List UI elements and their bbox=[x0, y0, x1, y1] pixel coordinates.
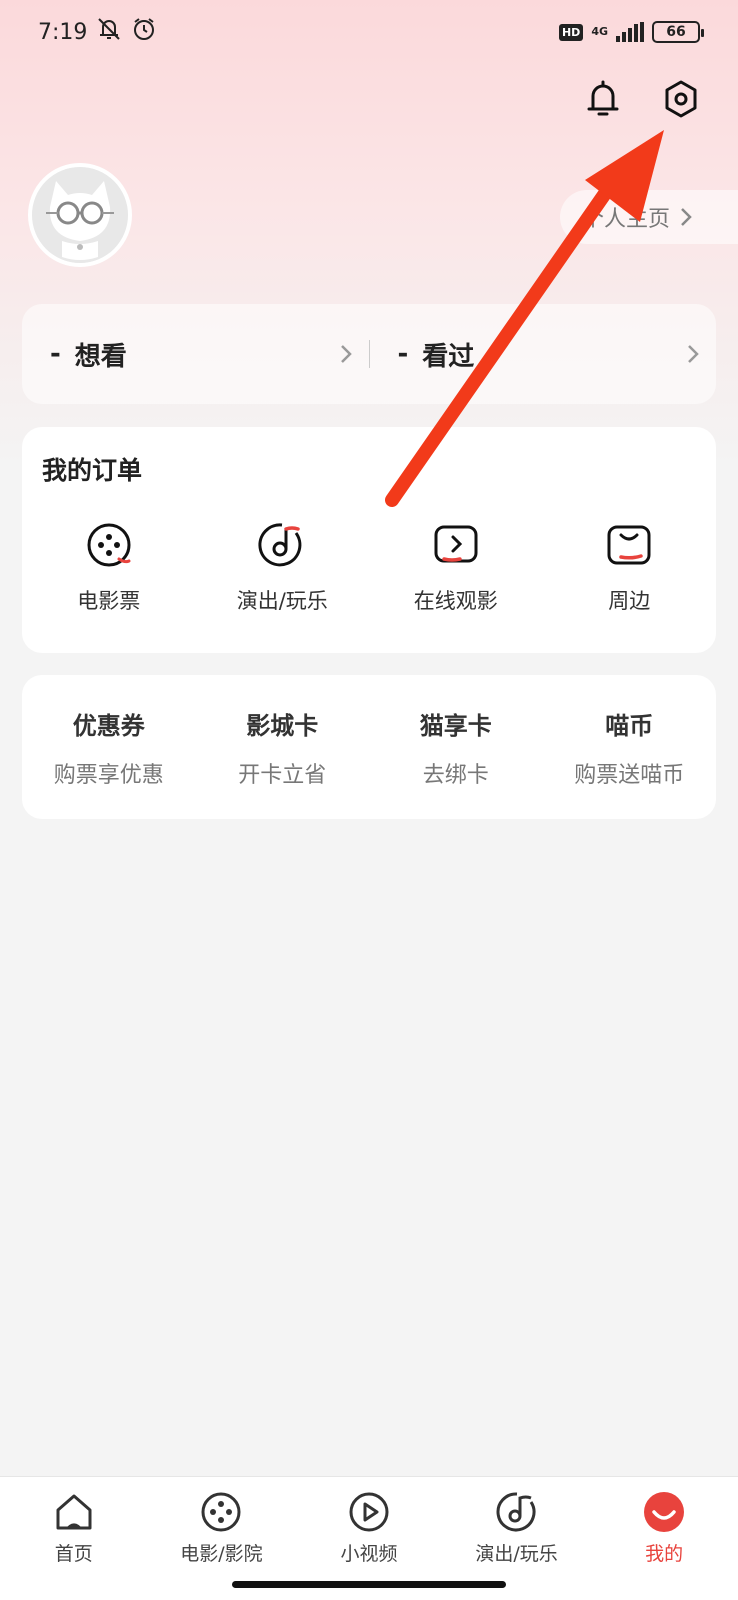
profile-home-link[interactable]: 个人主页 bbox=[560, 190, 738, 244]
benefit-title: 优惠券 bbox=[72, 711, 145, 740]
benefits-card: 优惠券 购票享优惠 影城卡 开卡立省 猫享卡 去绑卡 喵币 购票送喵币 bbox=[22, 675, 716, 819]
watched-label: 看过 bbox=[422, 341, 475, 372]
benefit-title: 喵币 bbox=[605, 711, 654, 740]
profile-home-label: 个人主页 bbox=[582, 207, 671, 232]
benefit-title: 影城卡 bbox=[246, 711, 319, 740]
tab-label: 我的 bbox=[645, 1543, 684, 1565]
hd-badge: HD bbox=[558, 23, 584, 41]
chevron-right-icon bbox=[340, 345, 352, 363]
profile-dot-icon bbox=[641, 1489, 687, 1535]
watched[interactable]: - 看过 bbox=[370, 336, 717, 373]
header-actions bbox=[584, 78, 700, 120]
network-type: 4G bbox=[591, 25, 608, 38]
tab-label: 首页 bbox=[54, 1543, 93, 1565]
music-disc-icon bbox=[258, 523, 302, 567]
want-label: 想看 bbox=[74, 341, 127, 372]
tab-home[interactable]: 首页 bbox=[0, 1477, 148, 1600]
benefit-subtitle: 开卡立省 bbox=[238, 762, 327, 788]
status-time: 7:19 bbox=[38, 19, 88, 45]
orders-card: 我的订单 电影票 演出/玩乐 在线观影 周边 bbox=[22, 427, 716, 653]
status-bar: 7:19 HD 4G 66 bbox=[0, 0, 738, 64]
benefit-coupons[interactable]: 优惠券 购票享优惠 bbox=[22, 706, 196, 789]
benefit-coins[interactable]: 喵币 购票送喵币 bbox=[543, 706, 717, 789]
film-reel-icon bbox=[198, 1489, 244, 1535]
settings-icon[interactable] bbox=[662, 78, 700, 120]
music-disc-icon bbox=[494, 1489, 540, 1535]
status-right: HD 4G 66 bbox=[558, 21, 704, 43]
chevron-right-icon bbox=[688, 345, 699, 363]
benefit-cinema-card[interactable]: 影城卡 开卡立省 bbox=[196, 706, 370, 789]
order-online-viewing[interactable]: 在线观影 bbox=[369, 519, 543, 615]
order-label: 电影票 bbox=[77, 589, 141, 613]
order-shows[interactable]: 演出/玩乐 bbox=[196, 519, 370, 615]
film-reel-icon bbox=[87, 523, 131, 567]
battery-level: 66 bbox=[666, 24, 686, 40]
orders-row: 电影票 演出/玩乐 在线观影 周边 bbox=[22, 519, 716, 615]
tab-mine[interactable]: 我的 bbox=[590, 1477, 738, 1600]
bell-icon[interactable] bbox=[584, 78, 622, 120]
avatar[interactable] bbox=[28, 163, 132, 267]
order-movie-tickets[interactable]: 电影票 bbox=[22, 519, 196, 615]
benefit-subtitle: 购票送喵币 bbox=[574, 762, 685, 788]
order-label: 周边 bbox=[608, 589, 651, 613]
order-label: 演出/玩乐 bbox=[236, 589, 328, 613]
want-to-watch[interactable]: - 想看 bbox=[22, 336, 369, 373]
chevron-right-icon bbox=[681, 208, 692, 226]
status-left: 7:19 bbox=[38, 16, 157, 48]
benefit-subtitle: 去绑卡 bbox=[422, 762, 489, 788]
alarm-icon bbox=[131, 16, 157, 48]
mute-icon bbox=[95, 16, 123, 48]
orders-title: 我的订单 bbox=[42, 456, 143, 485]
play-circle-icon bbox=[346, 1489, 392, 1535]
cat-avatar-icon bbox=[32, 167, 128, 263]
benefit-subtitle: 购票享优惠 bbox=[53, 762, 164, 788]
watched-count: - bbox=[397, 339, 409, 369]
battery-icon: 66 bbox=[652, 21, 704, 43]
order-merch[interactable]: 周边 bbox=[543, 519, 717, 615]
merch-bag-icon bbox=[607, 525, 651, 565]
home-icon bbox=[51, 1489, 97, 1535]
tab-label: 演出/玩乐 bbox=[475, 1543, 558, 1565]
order-label: 在线观影 bbox=[413, 589, 498, 613]
watchlist-card: - 想看 - 看过 bbox=[22, 304, 716, 404]
benefit-cat-card[interactable]: 猫享卡 去绑卡 bbox=[369, 706, 543, 789]
tab-label: 电影/影院 bbox=[180, 1543, 263, 1565]
want-count: - bbox=[50, 339, 61, 369]
signal-icon bbox=[616, 22, 644, 42]
tab-label: 小视频 bbox=[340, 1543, 398, 1565]
benefit-title: 猫享卡 bbox=[419, 711, 492, 740]
home-indicator[interactable] bbox=[232, 1581, 506, 1588]
online-play-icon bbox=[434, 525, 478, 563]
